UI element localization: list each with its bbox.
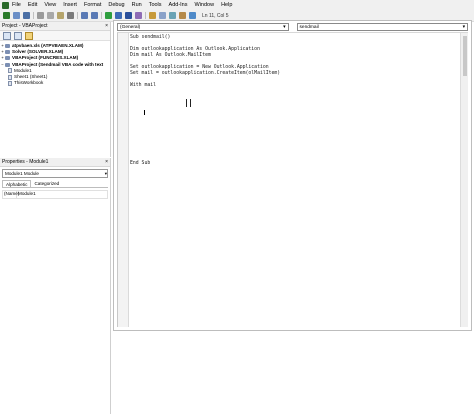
- workbook-icon: [8, 80, 12, 86]
- scrollbar-thumb[interactable]: [463, 36, 467, 76]
- view-object-icon[interactable]: [14, 31, 22, 40]
- project-explorer-toolbar: [0, 31, 110, 41]
- property-key: (Name): [4, 191, 20, 198]
- reset-icon[interactable]: [125, 12, 132, 19]
- properties-title: Properties - Module1: [2, 159, 49, 165]
- properties-object-select[interactable]: Module1 Module ▾: [2, 169, 108, 178]
- object-browser-icon[interactable]: [169, 12, 176, 19]
- close-icon[interactable]: ×: [105, 23, 108, 29]
- menu-insert[interactable]: Insert: [63, 2, 77, 8]
- properties-window-icon[interactable]: [159, 12, 166, 19]
- insert-module-icon[interactable]: [13, 12, 20, 19]
- run-icon[interactable]: [105, 12, 112, 19]
- chevron-down-icon: ▾: [104, 170, 107, 176]
- break-icon[interactable]: [115, 12, 122, 19]
- redo-icon[interactable]: [91, 12, 98, 19]
- code-window: (General) ▾ sendmail ▾ Sub sendmail() Di…: [113, 20, 472, 331]
- find-icon[interactable]: [67, 12, 74, 19]
- project-tree: + atpvbaen.xls (ATPVBAEN.XLAM) + Solver …: [0, 41, 110, 86]
- menu-view[interactable]: View: [44, 2, 56, 8]
- module-icon: [8, 68, 12, 74]
- property-value[interactable]: Module1: [17, 191, 36, 198]
- save-icon[interactable]: [23, 12, 30, 19]
- menu-window[interactable]: Window: [195, 2, 215, 8]
- properties-window: Properties - Module1 × Module1 Module ▾ …: [0, 158, 111, 414]
- project-icon: [5, 62, 10, 67]
- project-icon: [5, 44, 10, 49]
- menu-run[interactable]: Run: [132, 2, 142, 8]
- chevron-down-icon: ▾: [462, 24, 465, 30]
- view-excel-icon[interactable]: [3, 12, 10, 19]
- close-icon[interactable]: ×: [105, 159, 108, 165]
- vertical-scrollbar[interactable]: [460, 33, 468, 327]
- view-code-icon[interactable]: [3, 31, 11, 40]
- object-combo[interactable]: (General) ▾: [117, 23, 289, 31]
- project-explorer-icon[interactable]: [149, 12, 156, 19]
- text-caret: [144, 110, 145, 115]
- chevron-down-icon: ▾: [283, 24, 286, 30]
- object-combo-value: (General): [120, 24, 141, 30]
- tree-item-thisworkbook[interactable]: ThisWorkbook: [0, 80, 110, 86]
- procedure-combo-value: sendmail: [299, 24, 319, 30]
- properties-tabs: Alphabetic Categorized: [2, 180, 108, 188]
- procedure-combo[interactable]: sendmail ▾: [296, 23, 468, 31]
- properties-object-value: Module1 Module: [5, 171, 39, 176]
- properties-title-bar: Properties - Module1 ×: [0, 158, 110, 167]
- excel-icon[interactable]: [2, 1, 9, 9]
- menu-file[interactable]: File: [12, 2, 21, 8]
- code-combo-row: (General) ▾ sendmail ▾: [117, 23, 468, 31]
- toggle-folders-icon[interactable]: [25, 31, 33, 40]
- toolbar-separator: [33, 12, 34, 19]
- toolbar-separator: [101, 12, 102, 19]
- code-line[interactable]: End Sub: [130, 161, 458, 167]
- toolbar-separator: [145, 12, 146, 19]
- tab-alphabetic[interactable]: Alphabetic: [2, 180, 32, 187]
- cursor-position-status: Ln 11, Col 5: [202, 12, 229, 19]
- menu-debug[interactable]: Debug: [108, 2, 124, 8]
- sheet-icon: [8, 74, 12, 80]
- project-explorer-title: Project - VBAProject: [2, 23, 48, 29]
- paste-icon[interactable]: [57, 12, 64, 19]
- code-editor[interactable]: Sub sendmail() Dim outlookapplication As…: [117, 32, 468, 327]
- toolbox-icon[interactable]: [179, 12, 186, 19]
- menu-format[interactable]: Format: [84, 2, 101, 8]
- menu-add-ins[interactable]: Add-Ins: [169, 2, 188, 8]
- design-mode-icon[interactable]: [135, 12, 142, 19]
- menu-edit[interactable]: Edit: [28, 2, 37, 8]
- margin-indicator-bar[interactable]: [118, 33, 129, 327]
- code-text[interactable]: Sub sendmail() Dim outlookapplication As…: [130, 35, 458, 167]
- tab-categorized[interactable]: Categorized: [31, 180, 62, 187]
- property-row-name[interactable]: (Name) Module1: [2, 190, 108, 199]
- tree-item-label: ThisWorkbook: [14, 80, 44, 86]
- help-icon[interactable]: [189, 12, 196, 19]
- project-icon: [5, 50, 10, 55]
- menu-bar: File Edit View Insert Format Debug Run T…: [0, 0, 474, 10]
- project-explorer: Project - VBAProject × + atpvbaen.xls (A…: [0, 22, 111, 157]
- undo-icon[interactable]: [81, 12, 88, 19]
- project-explorer-title-bar: Project - VBAProject ×: [0, 22, 110, 31]
- menu-help[interactable]: Help: [221, 2, 232, 8]
- cut-icon[interactable]: [37, 12, 44, 19]
- toolbar-separator: [77, 12, 78, 19]
- i-beam-cursor-icon: [186, 99, 191, 107]
- copy-icon[interactable]: [47, 12, 54, 19]
- project-icon: [5, 56, 10, 61]
- menu-tools[interactable]: Tools: [149, 2, 162, 8]
